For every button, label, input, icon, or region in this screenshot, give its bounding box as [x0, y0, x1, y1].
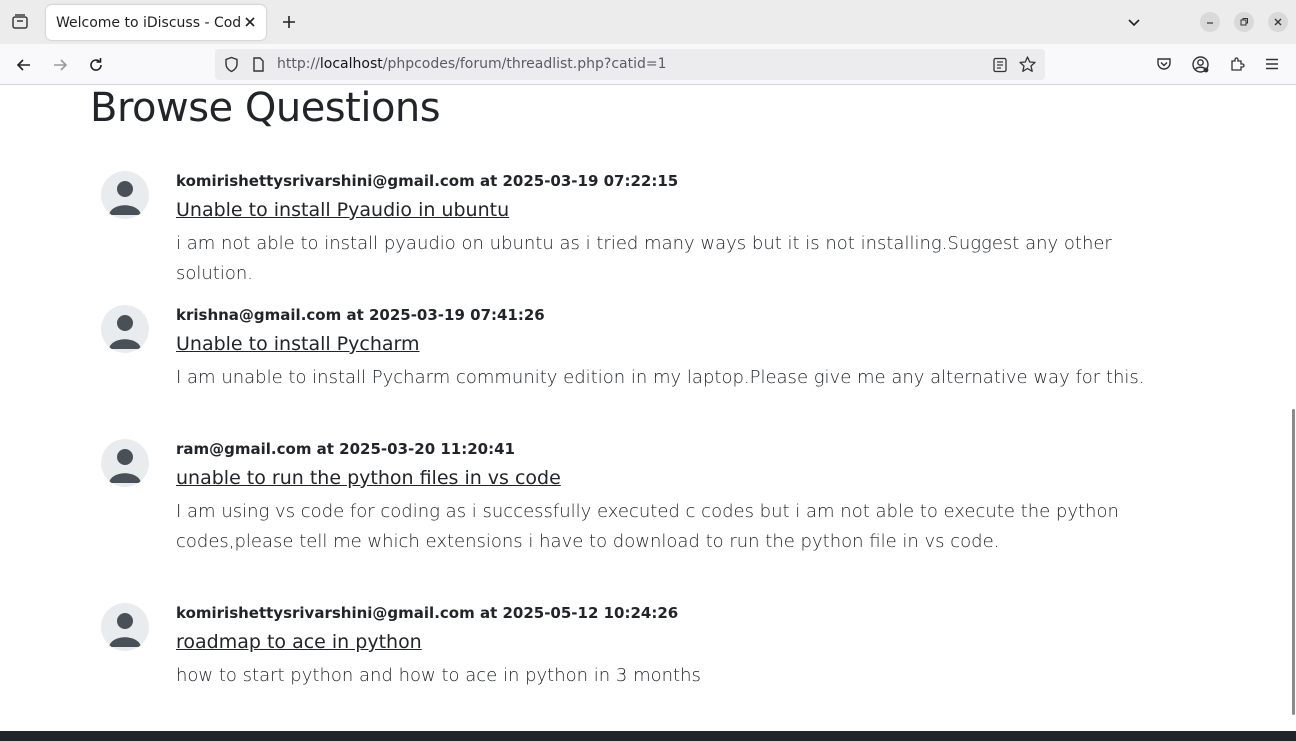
tab-overview-icon[interactable]: [8, 10, 32, 34]
address-bar[interactable]: http://localhost/phpcodes/forum/threadli…: [215, 49, 1045, 80]
thread-title-link[interactable]: unable to run the python files in vs cod…: [176, 466, 561, 490]
thread-meta: komirishettysrivarshini@gmail.com at 202…: [176, 604, 679, 622]
reader-view-icon[interactable]: [991, 56, 1009, 74]
thread-description: how to start python and how to ace in py…: [176, 665, 701, 686]
thread-meta: ram@gmail.com at 2025-03-20 11:20:41: [176, 440, 515, 458]
user-avatar-icon: [101, 171, 149, 219]
tab-title: Welcome to iDiscuss - Coding Forums: [56, 14, 242, 31]
thread-meta: krishna@gmail.com at 2025-03-19 07:41:26: [176, 306, 545, 324]
page-scrollbar[interactable]: [1292, 85, 1296, 741]
browser-tab-bar: Welcome to iDiscuss - Coding Forums: [0, 0, 1296, 44]
thread-description: i am not able to install pyaudio on ubun…: [176, 233, 1112, 284]
extensions-puzzle-icon[interactable]: [1227, 54, 1247, 74]
thread-body: ram@gmail.com at 2025-03-20 11:20:41 una…: [176, 439, 1186, 557]
account-icon[interactable]: [1190, 54, 1210, 74]
user-avatar-icon: [101, 603, 149, 651]
thread-body: komirishettysrivarshini@gmail.com at 202…: [176, 603, 1186, 691]
thread-title-link[interactable]: roadmap to ace in python: [176, 630, 422, 654]
thread-description: I am using vs code for coding as i succe…: [176, 501, 1119, 552]
thread-body: krishna@gmail.com at 2025-03-19 07:41:26…: [176, 305, 1186, 393]
user-avatar-icon: [101, 439, 149, 487]
page-title: Browse Questions: [90, 85, 441, 131]
page-viewport: Browse Questions komirishettysrivarshini…: [0, 85, 1296, 741]
new-tab-plus-icon[interactable]: [278, 11, 300, 33]
forward-arrow-icon[interactable]: [48, 53, 72, 77]
back-arrow-icon[interactable]: [12, 53, 36, 77]
thread-title-link[interactable]: Unable to install Pyaudio in ubuntu: [176, 198, 509, 222]
thread-title-link[interactable]: Unable to install Pycharm: [176, 332, 420, 356]
url-path: /phpcodes/forum/threadlist.php?catid=1: [382, 56, 667, 72]
thread-body: komirishettysrivarshini@gmail.com at 202…: [176, 171, 1186, 289]
tracking-protection-shield-icon[interactable]: [223, 56, 240, 73]
user-avatar-icon: [101, 305, 149, 353]
page-info-icon[interactable]: [250, 56, 267, 73]
list-all-tabs-chevron-icon[interactable]: [1124, 12, 1144, 32]
window-minimize-icon[interactable]: [1200, 12, 1220, 32]
url-scheme: http://: [277, 56, 320, 72]
window-restore-icon[interactable]: [1234, 12, 1254, 32]
reload-icon[interactable]: [84, 53, 108, 77]
scrollbar-thumb[interactable]: [1292, 409, 1295, 715]
thread-description: I am unable to install Pycharm community…: [176, 367, 1145, 388]
page-footer: [0, 731, 1296, 741]
url-host: localhost: [319, 56, 383, 72]
url-text[interactable]: http://localhost/phpcodes/forum/threadli…: [277, 56, 667, 72]
pocket-icon[interactable]: [1154, 54, 1174, 74]
browser-nav-bar: http://localhost/phpcodes/forum/threadli…: [0, 44, 1296, 85]
hamburger-menu-icon[interactable]: [1262, 54, 1282, 74]
window-close-icon[interactable]: [1268, 12, 1288, 32]
thread-meta: komirishettysrivarshini@gmail.com at 202…: [176, 172, 679, 190]
bookmark-star-icon[interactable]: [1018, 55, 1037, 74]
tab-close-icon[interactable]: [242, 14, 258, 30]
browser-tab-active[interactable]: Welcome to iDiscuss - Coding Forums: [46, 5, 266, 40]
